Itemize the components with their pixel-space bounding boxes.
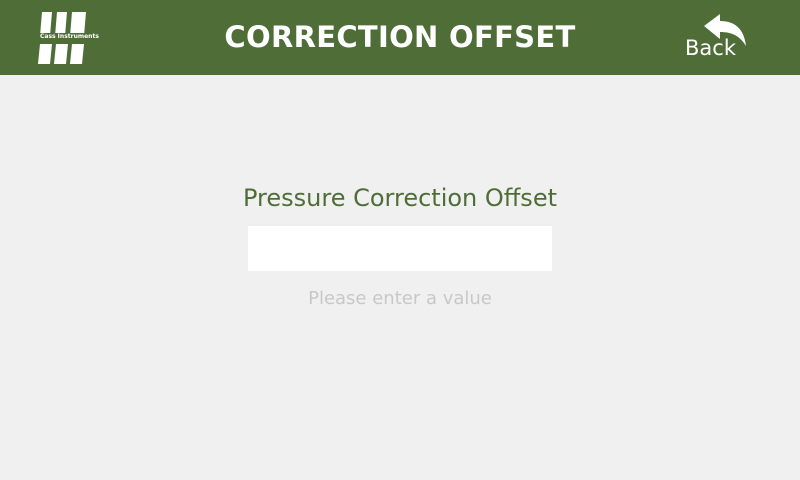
back-button[interactable]: Back	[680, 10, 752, 66]
header-bar: Cass Instruments CORRECTION OFFSET Back	[0, 0, 800, 75]
pressure-offset-label: Pressure Correction Offset	[242, 184, 557, 212]
helper-text: Please enter a value	[308, 288, 492, 309]
back-label: Back	[685, 36, 736, 60]
pressure-offset-input[interactable]	[248, 226, 552, 271]
